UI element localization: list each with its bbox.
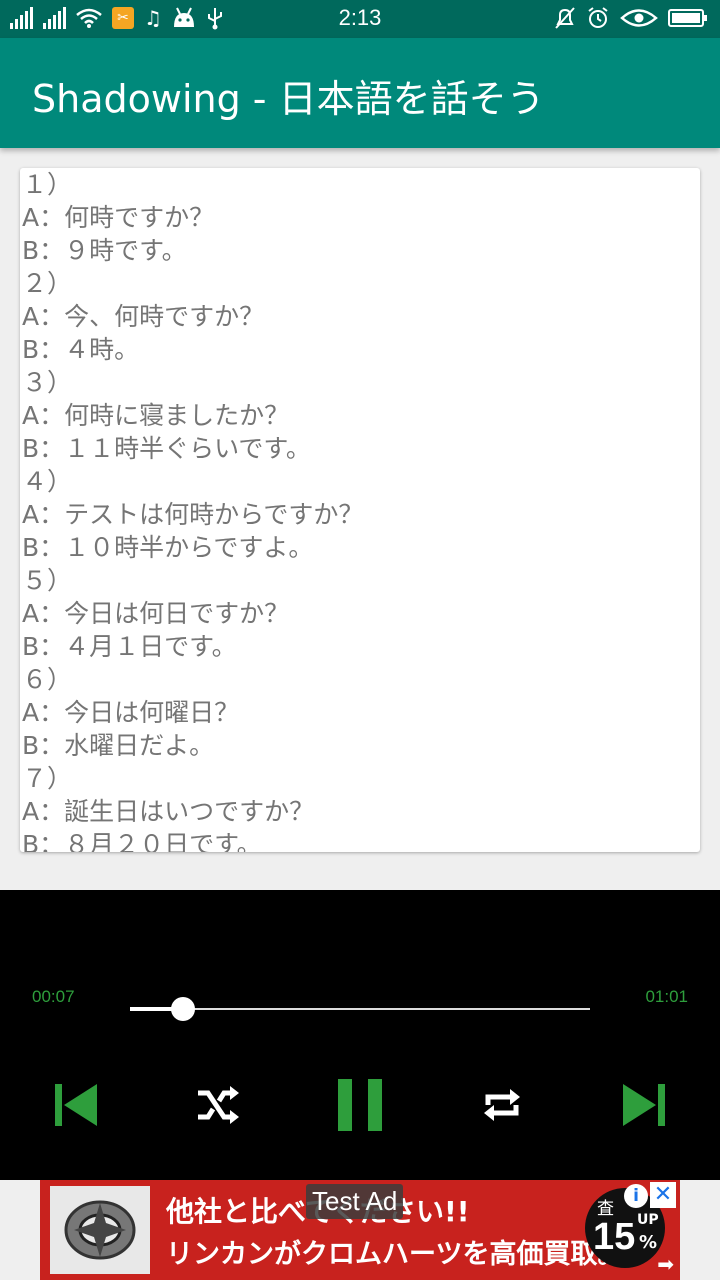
- previous-button[interactable]: [46, 1075, 106, 1135]
- dialogue-line: B：１１時半ぐらいです。: [22, 434, 311, 463]
- ad-banner[interactable]: 他社と比べてください!! リンカンがクロムハーツを高価買取。 Test Ad 査…: [40, 1180, 680, 1280]
- bell-muted-icon: [555, 7, 575, 29]
- elapsed-time: 00:07: [32, 987, 75, 1006]
- dialogue-line: ７）: [22, 764, 73, 793]
- test-ad-label: Test Ad: [306, 1184, 404, 1219]
- seek-track: [130, 1008, 590, 1010]
- dialogue-line: A：何時に寝ましたか？: [22, 401, 290, 430]
- total-duration: 01:01: [645, 987, 688, 1006]
- ad-info-icon[interactable]: i: [624, 1184, 648, 1208]
- shuffle-button[interactable]: [188, 1075, 248, 1135]
- pause-icon: [338, 1079, 382, 1131]
- skip-next-icon: [623, 1084, 665, 1126]
- ad-badge-up: UP: [637, 1212, 659, 1228]
- shuffle-icon: [198, 1086, 239, 1124]
- next-button[interactable]: [614, 1075, 674, 1135]
- dialogue-line: B：４月１日です。: [22, 632, 237, 661]
- cross-ring-icon: [64, 1200, 136, 1260]
- dialogue-line: ２）: [22, 269, 73, 298]
- dialogue-line: B：９時です。: [22, 236, 187, 265]
- dialogue-text-view[interactable]: １） A：何時ですか？ B：９時です。 ２） A：今、何時ですか？ B：４時。 …: [20, 168, 700, 852]
- battery-icon: [668, 9, 707, 27]
- ad-badge-value: 15: [593, 1216, 636, 1258]
- dialogue-line: A：何時ですか？: [22, 203, 215, 232]
- dialogue-line: ６）: [22, 665, 73, 694]
- dialogue-line: B：１０時半からですよ。: [22, 533, 314, 562]
- ad-arrow-icon: ➡: [657, 1252, 674, 1276]
- dialogue-line: ３）: [22, 368, 73, 397]
- ad-badge-pct: %: [639, 1232, 658, 1253]
- dialogue-line: A：誕生日はいつですか？: [22, 797, 315, 826]
- repeat-button[interactable]: [472, 1075, 532, 1135]
- status-bar: ✂ ♫ 2:13: [0, 0, 720, 38]
- dialogue-line: ４）: [22, 467, 73, 496]
- seek-bar[interactable]: [130, 997, 590, 1021]
- dialogue-line: １）: [22, 170, 73, 199]
- dialogue-line: B：４時。: [22, 335, 140, 364]
- alarm-icon: [588, 7, 608, 28]
- eye-icon: [620, 9, 658, 27]
- audio-player: 00:07 01:01: [0, 890, 720, 1180]
- pause-button[interactable]: [330, 1075, 390, 1135]
- skip-previous-icon: [55, 1084, 97, 1126]
- dialogue-line: A：テストは何時からですか？: [22, 500, 364, 529]
- ad-subline: リンカンがクロムハーツを高価買取。: [166, 1239, 625, 1270]
- app-bar: Shadowing - 日本語を話そう: [0, 38, 720, 148]
- dialogue-line: B：水曜日だよ。: [22, 731, 215, 760]
- dialogue-line: B：８月２０日です。: [22, 830, 262, 852]
- ad-product-image: [50, 1186, 150, 1274]
- dialogue-line: ５）: [22, 566, 73, 595]
- ad-close-icon[interactable]: ✕: [650, 1182, 676, 1208]
- app-title: Shadowing - 日本語を話そう: [32, 77, 545, 121]
- dialogue-line: A：今、何時ですか？: [22, 302, 265, 331]
- seek-thumb[interactable]: [170, 997, 195, 1021]
- repeat-icon: [484, 1089, 520, 1121]
- dialogue-line: A：今日は何日ですか？: [22, 599, 290, 628]
- dialogue-line: A：今日は何曜日？: [22, 698, 240, 727]
